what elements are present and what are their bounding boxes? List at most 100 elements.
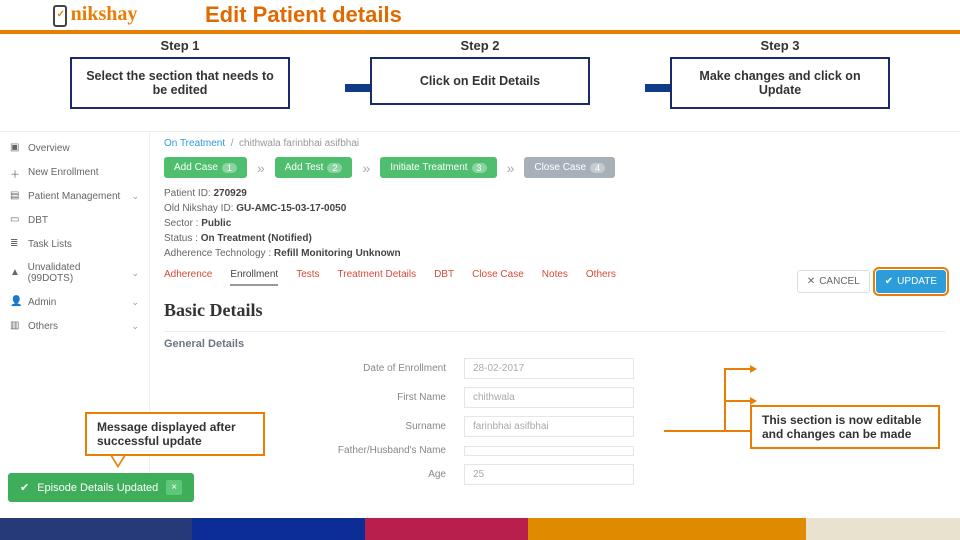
folder-icon: ▥ xyxy=(10,320,22,332)
chevron-down-icon: ⌄ xyxy=(131,297,139,308)
pill-num: 2 xyxy=(327,163,342,173)
pill-label: Add Test xyxy=(285,162,324,173)
chevron-right-icon: » xyxy=(507,160,515,176)
meta-patient-id: Patient ID: 270929 xyxy=(164,188,946,199)
pill-initiate-treatment[interactable]: Initiate Treatment 3 xyxy=(380,157,496,178)
page-title: Edit Patient details xyxy=(205,2,402,28)
callout-connector-icon xyxy=(664,368,752,438)
sidebar-item-dbt[interactable]: ▭ DBT xyxy=(0,208,149,232)
sidebar-item-label: Patient Management xyxy=(28,191,120,202)
plus-icon: ＋ xyxy=(10,166,22,178)
pill-label: Add Case xyxy=(174,162,218,173)
breadcrumb-current: chithwala farinbhai asifbhai xyxy=(239,138,359,149)
toast-success: ✔ Episode Details Updated × xyxy=(8,473,194,502)
sub-section-header: General Details xyxy=(164,331,946,350)
chevron-down-icon: ⌄ xyxy=(131,268,139,279)
pill-add-case[interactable]: Add Case 1 xyxy=(164,157,247,178)
meta-sector: Sector : Public xyxy=(164,218,946,229)
breadcrumb: On Treatment / chithwala farinbhai asifb… xyxy=(164,138,946,149)
form-row: Age25 xyxy=(164,464,946,485)
check-icon: ✔ xyxy=(20,481,29,494)
update-button[interactable]: ✔ UPDATE xyxy=(876,270,946,293)
tab-adherence[interactable]: Adherence xyxy=(164,269,212,286)
step-label: Step 3 xyxy=(670,38,890,53)
sidebar-item-label: Overview xyxy=(28,143,70,154)
tab-notes[interactable]: Notes xyxy=(542,269,568,286)
step-box: Select the section that needs to be edit… xyxy=(70,57,290,109)
step-2: Step 2 Click on Edit Details xyxy=(370,38,590,109)
tab-tests[interactable]: Tests xyxy=(296,269,319,286)
pill-num: 4 xyxy=(590,163,605,173)
chevron-down-icon: ⌄ xyxy=(131,191,139,202)
pill-label: Close Case xyxy=(534,162,586,173)
sidebar-item-label: DBT xyxy=(28,215,48,226)
pill-num: 3 xyxy=(472,163,487,173)
sidebar-item-admin[interactable]: 👤 Admin ⌄ xyxy=(0,290,149,314)
sidebar-item-new-enrollment[interactable]: ＋ New Enrollment xyxy=(0,160,149,184)
close-icon: ✕ xyxy=(807,276,815,287)
first-name-input[interactable]: chithwala xyxy=(464,387,634,408)
sidebar-item-unvalidated[interactable]: ▲ Unvalidated (99DOTS) ⌄ xyxy=(0,256,149,290)
pill-label: Initiate Treatment xyxy=(390,162,467,173)
chevron-right-icon: » xyxy=(362,160,370,176)
date-of-enrollment-input[interactable]: 28-02-2017 xyxy=(464,358,634,379)
callout-section-editable: This section is now editable and changes… xyxy=(750,405,940,449)
card-icon: ▭ xyxy=(10,214,22,226)
chevron-down-icon: ⌄ xyxy=(131,321,139,332)
update-label: UPDATE xyxy=(897,276,937,287)
phone-icon xyxy=(53,5,67,27)
sidebar-item-label: Others xyxy=(28,321,58,332)
steps-row: Step 1 Select the section that needs to … xyxy=(0,38,960,109)
list-icon: ≣ xyxy=(10,238,22,250)
sidebar-item-task-lists[interactable]: ≣ Task Lists xyxy=(0,232,149,256)
pill-close-case[interactable]: Close Case 4 xyxy=(524,157,615,178)
father-husband-name-input[interactable] xyxy=(464,446,634,456)
sidebar-item-patient-management[interactable]: ▤ Patient Management ⌄ xyxy=(0,184,149,208)
step-box: Make changes and click on Update xyxy=(670,57,890,109)
footer-stripes xyxy=(0,518,960,540)
step-label: Step 1 xyxy=(70,38,290,53)
form-row: Date of Enrollment28-02-2017 xyxy=(164,358,946,379)
form-label: Age xyxy=(164,469,464,480)
title-bar: nikshay Edit Patient details xyxy=(0,0,960,34)
section-header: Basic Details xyxy=(164,300,946,321)
surname-input[interactable]: farinbhai asifbhai xyxy=(464,416,634,437)
tab-treatment-details[interactable]: Treatment Details xyxy=(338,269,417,286)
pill-add-test[interactable]: Add Test2 xyxy=(275,157,353,178)
cancel-label: CANCEL xyxy=(819,276,860,287)
action-buttons: ✕ CANCEL ✔ UPDATE xyxy=(797,270,946,293)
meta-status: Status : On Treatment (Notified) xyxy=(164,233,946,244)
step-1: Step 1 Select the section that needs to … xyxy=(70,38,290,109)
sidebar-item-label: Admin xyxy=(28,297,56,308)
workflow-pills: Add Case 1 » Add Test2 » Initiate Treatme… xyxy=(164,157,946,178)
logo: nikshay xyxy=(0,0,190,32)
logo-text: nikshay xyxy=(71,3,138,25)
sidebar-item-label: Unvalidated (99DOTS) xyxy=(28,262,126,284)
clipboard-icon: ▤ xyxy=(10,190,22,202)
dashboard-icon: ▣ xyxy=(10,142,22,154)
pill-num: 1 xyxy=(222,163,237,173)
callout-message-updated: Message displayed after successful updat… xyxy=(85,412,265,456)
tab-others[interactable]: Others xyxy=(586,269,616,286)
form-label: Date of Enrollment xyxy=(164,363,464,374)
breadcrumb-root[interactable]: On Treatment xyxy=(164,138,225,149)
tab-close-case[interactable]: Close Case xyxy=(472,269,524,286)
cancel-button[interactable]: ✕ CANCEL xyxy=(797,270,870,293)
toast-text: Episode Details Updated xyxy=(37,482,158,494)
check-icon: ✔ xyxy=(885,276,893,287)
sidebar-item-overview[interactable]: ▣ Overview xyxy=(0,136,149,160)
sidebar-item-others[interactable]: ▥ Others ⌄ xyxy=(0,314,149,338)
toast-close-button[interactable]: × xyxy=(166,480,182,495)
meta-adherence: Adherence Technology : Refill Monitoring… xyxy=(164,248,946,259)
sidebar-item-label: New Enrollment xyxy=(28,167,99,178)
step-box: Click on Edit Details xyxy=(370,57,590,105)
user-icon: 👤 xyxy=(10,296,22,308)
step-3: Step 3 Make changes and click on Update xyxy=(670,38,890,109)
step-label: Step 2 xyxy=(370,38,590,53)
age-input[interactable]: 25 xyxy=(464,464,634,485)
tab-dbt[interactable]: DBT xyxy=(434,269,454,286)
tab-enrollment[interactable]: Enrollment xyxy=(230,269,278,286)
bell-icon: ▲ xyxy=(10,267,22,279)
sidebar-item-label: Task Lists xyxy=(28,239,72,250)
meta-old-id: Old Nikshay ID: GU-AMC-15-03-17-0050 xyxy=(164,203,946,214)
